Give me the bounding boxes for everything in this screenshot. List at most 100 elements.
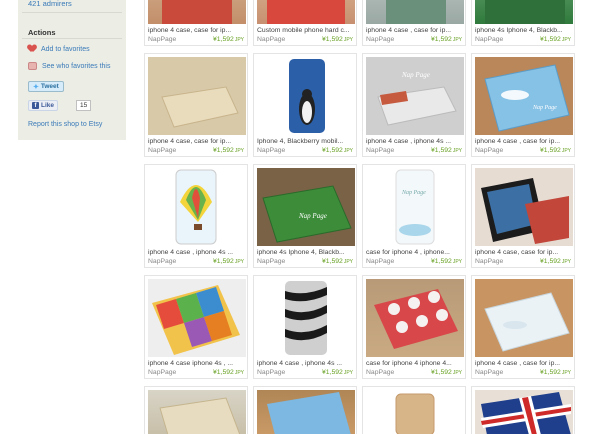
listing-card[interactable]: iphone 4s Iphone 4, Blackb... NapPage ¥1… — [471, 0, 575, 46]
listing-thumbnail[interactable] — [366, 390, 464, 434]
listing-shop[interactable]: NapPage — [257, 36, 285, 43]
admirers-link[interactable]: 421 admirers — [28, 0, 72, 8]
listing-card[interactable]: iphone 4 case, case for ip... NapPage ¥1… — [471, 164, 575, 268]
listing-thumbnail[interactable] — [148, 57, 246, 135]
listing-card[interactable]: iphone 4 case , case for ip... NapPage ¥… — [471, 275, 575, 379]
listing-card[interactable]: Nap Page iphone 4 case , iphone 4s ... N… — [362, 53, 466, 157]
listing-shop[interactable]: NapPage — [148, 369, 176, 376]
facebook-icon: f — [32, 102, 39, 109]
listing-thumbnail[interactable]: Nap Page — [475, 57, 573, 135]
listing-thumbnail[interactable] — [475, 0, 573, 24]
listing-thumbnail[interactable] — [148, 279, 246, 357]
thumbnail-brand-text: Nap Page — [401, 71, 430, 79]
listing-price: ¥1,592JPY — [322, 36, 353, 43]
listing-card[interactable]: Iphone 4, Blackberry mobil... NapPage ¥1… — [253, 53, 357, 157]
listing-thumbnail[interactable] — [257, 390, 355, 434]
price-value: ¥1,592 — [540, 36, 561, 43]
listing-price: ¥1,592JPY — [540, 258, 571, 265]
listing-price: ¥1,592JPY — [431, 369, 462, 376]
listing-shop[interactable]: NapPage — [366, 369, 394, 376]
listing-price: ¥1,592JPY — [431, 258, 462, 265]
currency-code: JPY — [452, 259, 462, 265]
listing-shop[interactable]: NapPage — [366, 147, 394, 154]
listing-thumbnail[interactable] — [148, 0, 246, 24]
listing-shop[interactable]: NapPage — [257, 258, 285, 265]
listing-title[interactable]: Iphone 4, Blackberry mobil... — [257, 138, 355, 145]
listing-title[interactable]: iphone 4 case , case for ip... — [475, 360, 573, 367]
listing-shop[interactable]: NapPage — [366, 258, 394, 265]
listing-shop[interactable]: NapPage — [366, 36, 394, 43]
listing-card[interactable] — [144, 386, 248, 434]
listing-card[interactable]: case for iphone 4 iphone 4... NapPage ¥1… — [362, 275, 466, 379]
listing-shop[interactable]: NapPage — [257, 147, 285, 154]
listing-price: ¥1,592JPY — [322, 369, 353, 376]
listing-card[interactable]: Nap Page case for iphone 4 , iphone... N… — [362, 164, 466, 268]
listing-card[interactable]: iphone 4 case , case for ip... NapPage ¥… — [362, 0, 466, 46]
listing-card[interactable]: iphone 4 case , iphone 4s ... NapPage ¥1… — [144, 164, 248, 268]
listing-title[interactable]: iphone 4s Iphone 4, Blackb... — [257, 249, 355, 256]
listing-thumbnail[interactable] — [148, 168, 246, 246]
listing-title[interactable]: iphone 4 case, case for ip... — [475, 249, 573, 256]
listing-title[interactable]: case for iphone 4 iphone 4... — [366, 360, 464, 367]
listing-title[interactable]: case for iphone 4 , iphone... — [366, 249, 464, 256]
facebook-like-button[interactable]: f Like — [28, 100, 59, 111]
price-value: ¥1,592 — [431, 36, 452, 43]
listing-thumbnail[interactable] — [366, 0, 464, 24]
listing-card[interactable]: Nap Page iphone 4s Iphone 4, Blackb... N… — [253, 164, 357, 268]
listing-shop[interactable]: NapPage — [475, 36, 503, 43]
listing-title[interactable]: Custom mobile phone hard c... — [257, 27, 355, 34]
listing-card[interactable]: iphone 4 case , iphone 4s ... NapPage ¥1… — [253, 275, 357, 379]
listing-price: ¥1,592JPY — [213, 258, 244, 265]
listing-thumbnail[interactable] — [257, 279, 355, 357]
listing-shop[interactable]: NapPage — [148, 36, 176, 43]
price-value: ¥1,592 — [322, 36, 343, 43]
listing-title[interactable]: iphone 4 case , iphone 4s ... — [366, 138, 464, 145]
listing-title[interactable]: iphone 4 case , case for ip... — [475, 138, 573, 145]
listing-shop[interactable]: NapPage — [475, 147, 503, 154]
price-value: ¥1,592 — [540, 258, 561, 265]
listing-thumbnail[interactable] — [475, 279, 573, 357]
listing-shop[interactable]: NapPage — [148, 258, 176, 265]
listing-title[interactable]: iphone 4 case iphone 4s , ... — [148, 360, 246, 367]
listing-thumbnail[interactable] — [475, 168, 573, 246]
listing-thumbnail[interactable] — [257, 57, 355, 135]
listing-shop[interactable]: NapPage — [148, 147, 176, 154]
listing-thumbnail[interactable] — [366, 279, 464, 357]
listing-title[interactable]: iphone 4 case, case for ip... — [148, 27, 246, 34]
listing-card[interactable] — [253, 386, 357, 434]
listing-title[interactable]: iphone 4 case , case for ip... — [366, 27, 464, 34]
listing-thumbnail[interactable]: Nap Page — [366, 57, 464, 135]
listing-card[interactable]: Custom mobile phone hard c... NapPage ¥1… — [253, 0, 357, 46]
listing-card[interactable] — [362, 386, 466, 434]
tweet-button[interactable]: ✦ Tweet — [28, 81, 64, 92]
listing-shop[interactable]: NapPage — [475, 369, 503, 376]
listing-title[interactable]: iphone 4s Iphone 4, Blackb... — [475, 27, 573, 34]
listing-shop[interactable]: NapPage — [257, 369, 285, 376]
listing-card[interactable]: iphone 4 case iphone 4s , ... NapPage ¥1… — [144, 275, 248, 379]
listing-thumbnail[interactable]: Nap Page — [257, 168, 355, 246]
like-count: 15 — [76, 100, 92, 111]
listing-card[interactable]: iphone 4 case, case for ip... NapPage ¥1… — [144, 0, 248, 46]
currency-code: JPY — [561, 37, 571, 43]
currency-code: JPY — [343, 370, 353, 376]
price-value: ¥1,592 — [213, 36, 234, 43]
report-shop-link[interactable]: Report this shop to Etsy — [28, 121, 102, 128]
listing-thumbnail[interactable] — [148, 390, 246, 434]
listing-shop[interactable]: NapPage — [475, 258, 503, 265]
listing-title[interactable]: iphone 4 case, case for ip... — [148, 138, 246, 145]
listing-thumbnail[interactable] — [475, 390, 573, 434]
add-to-favorites-link[interactable]: Add to favorites — [28, 45, 90, 53]
listing-title[interactable]: iphone 4 case , iphone 4s ... — [257, 360, 355, 367]
see-who-favorites-link[interactable]: See who favorites this — [28, 62, 110, 70]
currency-code: JPY — [343, 148, 353, 154]
listing-card[interactable]: iphone 4 case, case for ip... NapPage ¥1… — [144, 53, 248, 157]
add-to-favorites-label: Add to favorites — [41, 45, 90, 53]
listing-title[interactable]: iphone 4 case , iphone 4s ... — [148, 249, 246, 256]
listing-thumbnail[interactable]: Nap Page — [366, 168, 464, 246]
price-value: ¥1,592 — [322, 147, 343, 154]
currency-code: JPY — [452, 37, 462, 43]
listing-card[interactable] — [471, 386, 575, 434]
listing-card[interactable]: Nap Page iphone 4 case , case for ip... … — [471, 53, 575, 157]
listing-thumbnail[interactable] — [257, 0, 355, 24]
tweet-label: Tweet — [40, 83, 59, 90]
